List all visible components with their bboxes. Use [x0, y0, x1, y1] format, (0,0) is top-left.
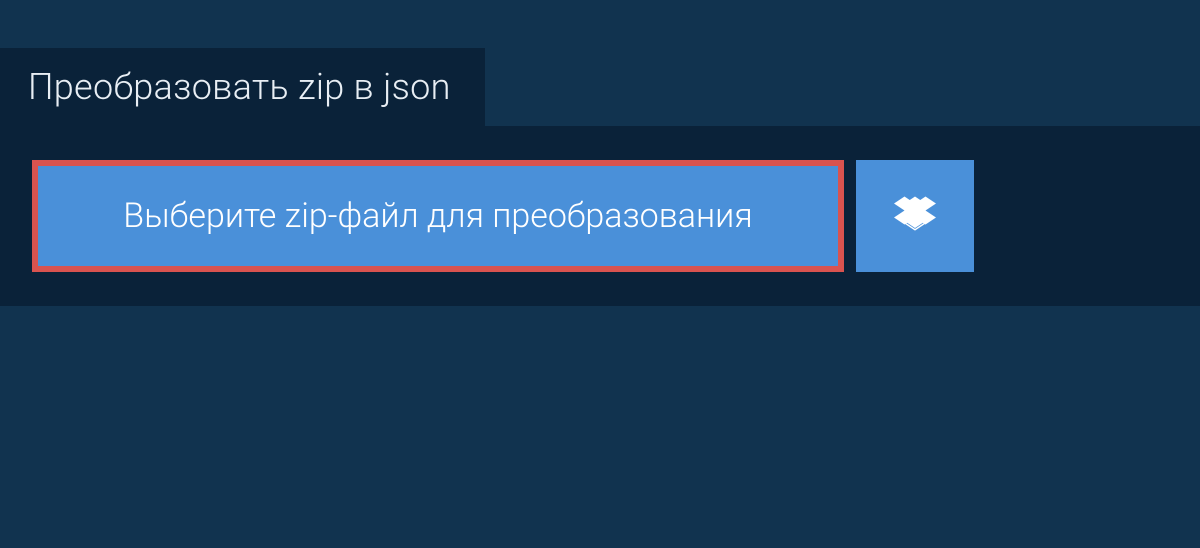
tab-bar: Преобразовать zip в json: [0, 48, 1200, 126]
upload-panel: Выберите zip-файл для преобразования: [0, 126, 1200, 306]
choose-file-button[interactable]: Выберите zip-файл для преобразования: [32, 160, 844, 272]
tab-convert-zip-json[interactable]: Преобразовать zip в json: [0, 48, 485, 126]
tab-title: Преобразовать zip в json: [28, 66, 451, 108]
dropbox-icon: [894, 193, 936, 239]
dropbox-button[interactable]: [856, 160, 974, 272]
choose-file-label: Выберите zip-файл для преобразования: [123, 196, 752, 236]
